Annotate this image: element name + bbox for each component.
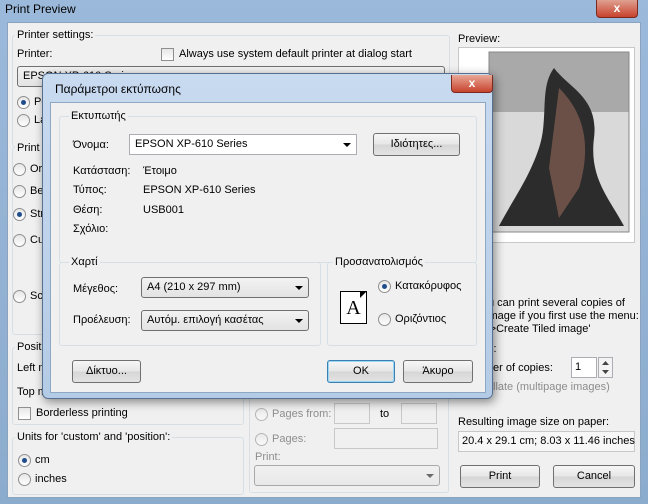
copies-spinner[interactable] <box>598 357 613 378</box>
result-size-label: Resulting image size on paper: <box>458 416 610 428</box>
chevron-down-icon <box>426 474 434 478</box>
borderless-checkbox[interactable] <box>18 407 31 420</box>
units-group <box>12 437 244 495</box>
printer-type-label: Τύπος: <box>73 184 107 196</box>
pages-from-radio[interactable] <box>255 408 268 421</box>
copies-input[interactable]: 1 <box>571 357 597 378</box>
dialog-title: Παράμετροι εκτύπωσης <box>55 82 181 96</box>
portrait-radio[interactable] <box>378 280 391 293</box>
cancel-button[interactable]: Cancel <box>553 465 635 488</box>
pages-to-label: to <box>380 408 390 420</box>
printer-location-value: USB001 <box>143 204 184 216</box>
printer-name-select[interactable]: EPSON XP-610 Series <box>129 134 357 155</box>
close-icon: x <box>613 1 621 15</box>
printer-comment-label: Σχόλιο: <box>73 223 109 235</box>
always-default-checkbox[interactable] <box>161 48 174 61</box>
chevron-down-icon <box>295 319 303 323</box>
orientation-radio-landscape[interactable] <box>17 114 30 127</box>
units-radio-cm[interactable] <box>18 454 31 467</box>
pages-label: Pages: <box>272 433 307 445</box>
copies-value: 1 <box>575 361 582 373</box>
printer-status-label: Κατάσταση: <box>73 165 131 177</box>
pages-radio[interactable] <box>255 433 268 446</box>
ok-button[interactable]: OK <box>327 360 395 383</box>
dialog-orientation-group-label: Προσανατολισμός <box>333 256 425 268</box>
dialog-paper-group-label: Χαρτί <box>69 256 100 268</box>
tiled-text-line-3: ->Create Tiled image' <box>486 323 591 335</box>
size-radio-scale[interactable] <box>13 290 26 303</box>
portrait-label: Κατακόρυφος <box>395 280 462 292</box>
units-radio-inches[interactable] <box>18 473 31 486</box>
paper-size-label: Μέγεθος: <box>73 283 119 295</box>
collate-label: llate (multipage images) <box>493 381 610 393</box>
orientation-letter: A <box>346 297 361 319</box>
units-cm-label: cm <box>35 454 50 466</box>
spinner-arrows-icon <box>602 361 609 374</box>
paper-size-value: A4 (210 x 297 mm) <box>147 281 241 293</box>
pages-to-input[interactable] <box>401 403 437 424</box>
paper-source-label: Προέλευση: <box>73 314 131 326</box>
pages-from-label: Pages from: <box>272 408 332 420</box>
pages-from-input[interactable] <box>334 403 370 424</box>
printer-type-value: EPSON XP-610 Series <box>143 184 256 196</box>
borderless-label: Borderless printing <box>36 407 128 419</box>
printer-label: Printer: <box>17 48 53 60</box>
close-icon: x <box>468 76 476 90</box>
window-title: Print Preview <box>5 2 76 16</box>
size-radio-original[interactable] <box>13 163 26 176</box>
paper-source-select[interactable]: Αυτόμ. επιλογή κασέτας <box>141 310 309 331</box>
chevron-down-icon <box>295 286 303 290</box>
printer-name-label: Όνομα: <box>73 139 109 151</box>
landscape-label: Οριζόντιος <box>395 313 447 325</box>
result-size-value: 20.4 x 29.1 cm; 8.03 x 11.46 inches <box>458 431 635 452</box>
print-range-select[interactable] <box>254 465 440 486</box>
units-label: Units for 'custom' and 'position': <box>15 431 173 443</box>
orientation-radio-portrait[interactable] <box>17 96 30 109</box>
network-button[interactable]: Δίκτυο... <box>72 360 141 383</box>
tiled-text-line-2: image if you first use the menu: <box>486 310 639 322</box>
size-radio-custom[interactable] <box>13 234 26 247</box>
dialog-cancel-button[interactable]: Άκυρο <box>403 360 473 383</box>
chevron-down-icon <box>343 143 351 147</box>
tiled-text-line-1: u can print several copies of <box>488 297 625 309</box>
page-orientation-icon: A <box>340 291 367 324</box>
printer-status-value: Έτοιμο <box>143 165 177 177</box>
preview-label: Preview: <box>458 33 501 45</box>
size-radio-stretch[interactable] <box>13 208 26 221</box>
dialog-close-button[interactable]: x <box>451 75 493 93</box>
size-radio-best[interactable] <box>13 185 26 198</box>
dialog-client: Εκτυπωτής Όνομα: EPSON XP-610 Series Ιδι… <box>50 102 486 393</box>
paper-size-select[interactable]: A4 (210 x 297 mm) <box>141 277 309 298</box>
printer-properties-button[interactable]: Ιδιότητες... <box>373 133 460 156</box>
dialog-printer-group-label: Εκτυπωτής <box>69 110 128 122</box>
units-inches-label: inches <box>35 473 67 485</box>
always-default-label: Always use system default printer at dia… <box>179 48 412 60</box>
window-close-button[interactable]: x <box>596 0 638 18</box>
paper-source-value: Αυτόμ. επιλογή κασέτας <box>147 314 264 326</box>
print-parameters-dialog: Παράμετροι εκτύπωσης x Εκτυπωτής Όνομα: … <box>42 73 493 399</box>
dialog-paper-group <box>59 262 321 346</box>
printer-name-value: EPSON XP-610 Series <box>135 138 248 150</box>
print-range-label: Print: <box>255 451 281 463</box>
pages-input[interactable] <box>334 428 438 449</box>
print-button[interactable]: Print <box>460 465 540 488</box>
printer-settings-label: Printer settings: <box>15 29 96 41</box>
printer-location-label: Θέση: <box>73 204 103 216</box>
copies-label: er of copies: <box>493 362 553 374</box>
landscape-radio[interactable] <box>378 313 391 326</box>
